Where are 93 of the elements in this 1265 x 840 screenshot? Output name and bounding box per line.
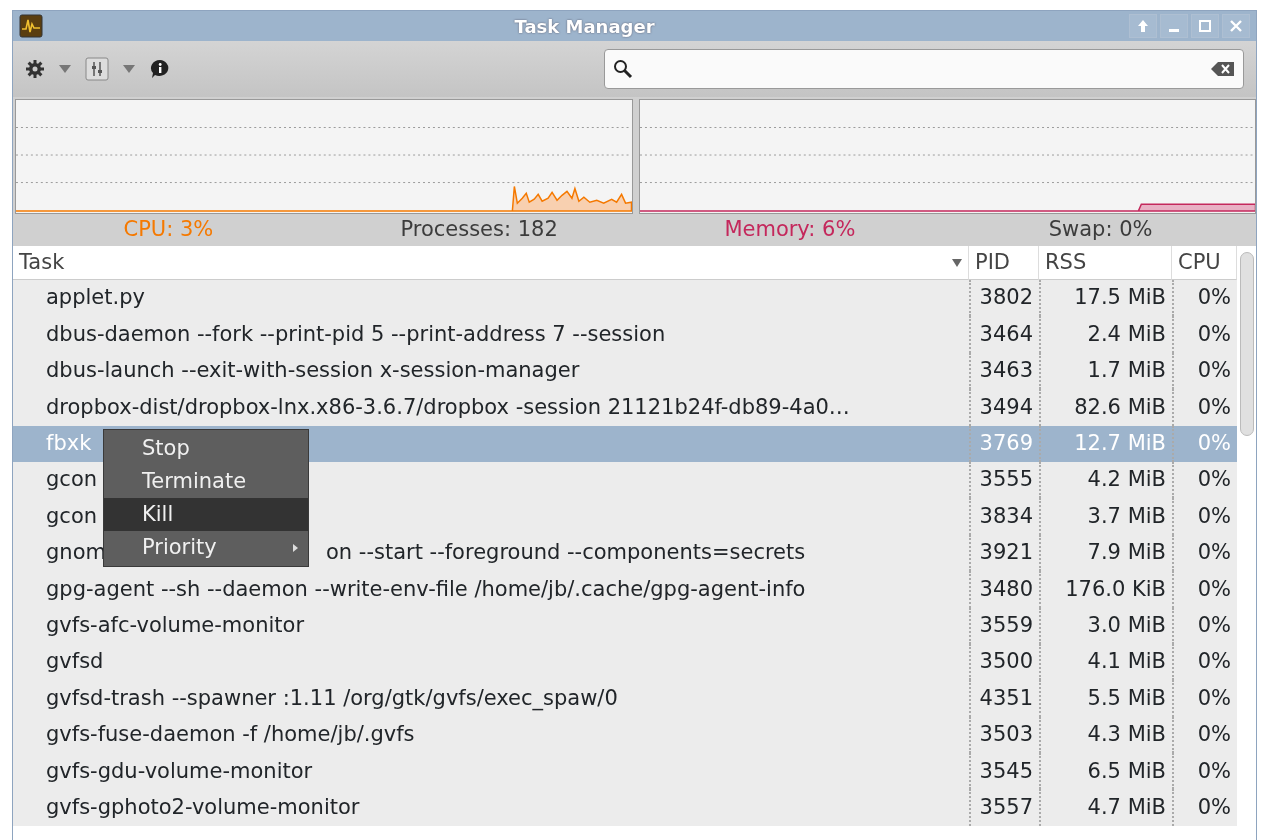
up-arrow-icon [1136,19,1150,33]
menu-item[interactable]: Terminate [104,465,308,498]
table-cell: 4351 [969,680,1039,717]
table-cell: 3.0 MiB [1039,607,1172,644]
table-cell: 4.3 MiB [1039,716,1172,754]
task-name: on --start --foreground --components=secrets [326,539,806,567]
table-cell: 0% [1172,280,1237,317]
search-field[interactable] [604,49,1244,89]
task-name: fbxk [46,430,92,457]
table-cell: 0% [1172,461,1237,499]
table-cell: 3.7 MiB [1039,498,1172,535]
task-name: applet.py [46,284,145,312]
table-cell: 3494 [969,389,1039,426]
task-name: gcon [46,502,98,530]
table-cell: 0% [1172,753,1237,790]
app-icon [19,14,43,38]
column-header[interactable]: RSS [1039,246,1172,280]
table-cell: 0% [1172,643,1237,681]
sort-arrow-icon [952,258,962,267]
table-cell: 3503 [969,716,1039,754]
table-cell: 1.7 MiB [1039,352,1172,390]
table-cell: 4.1 MiB [1039,643,1172,681]
table-cell: 0% [1172,680,1237,717]
maximize-icon [1198,19,1212,33]
table-cell: 3559 [969,607,1039,644]
shade-button[interactable] [1129,14,1157,38]
table-cell: 3921 [969,534,1039,572]
minimize-icon [1169,28,1179,32]
table-cell: 82.6 MiB [1039,389,1172,426]
task-name: gcon [46,466,98,494]
table-cell: 176.0 KiB [1039,571,1172,608]
table-cell: 3500 [969,643,1039,681]
search-icon [613,59,633,79]
menu-item[interactable]: Priority [104,531,308,564]
table-cell: 3555 [969,461,1039,499]
table-cell: 6.5 MiB [1039,753,1172,790]
task-name: gvfs-gphoto2-volume-monitor [46,793,360,821]
columns-icon[interactable] [85,57,109,81]
task-name: dropbox-dist/dropbox-lnx.x86-3.6.7/dropbox -session 21121b24f-db89-4a0… [46,393,850,421]
table-cell: 3545 [969,753,1039,790]
task-name: gvfs-afc-volume-monitor [46,611,305,639]
table-cell: 0% [1172,607,1237,644]
minimize-button[interactable] [1160,14,1188,38]
table-cell: 5.5 MiB [1039,680,1172,717]
table-cell: 0% [1172,571,1237,608]
table-cell: 12.7 MiB [1039,425,1172,462]
status-label: Processes: 182 [399,216,559,244]
table-cell: 0% [1172,316,1237,353]
scrollbar[interactable] [1240,252,1254,436]
table-cell: 3557 [969,789,1039,826]
table-cell: 3463 [969,352,1039,390]
table-cell: 17.5 MiB [1039,280,1172,317]
table-cell: 3834 [969,498,1039,535]
column-header[interactable]: Task [13,246,969,280]
status-label: CPU: 3% [122,216,215,244]
table-cell: 3480 [969,571,1039,608]
table-cell: 3802 [969,280,1039,317]
task-name: gvfs-fuse-daemon -f /home/jb/.gvfs [46,721,415,749]
task-name: gvfsd-trash --spawner :1.11 /org/gtk/gvfs/exec_spaw/0 [46,684,618,713]
caret-icon[interactable] [59,65,71,73]
clear-icon[interactable] [1211,61,1235,77]
menu-item[interactable]: Stop [104,432,308,465]
table-cell: 0% [1172,389,1237,426]
table-cell: 3464 [969,316,1039,353]
table-cell: 0% [1172,716,1237,754]
table-cell: 3769 [969,425,1039,462]
table-cell: 7.9 MiB [1039,534,1172,572]
task-name: gpg-agent --sh --daemon --write-env-file /home/jb/.cache/gpg-agent-info [46,575,806,603]
table-cell: 0% [1172,498,1237,535]
column-header[interactable]: PID [969,246,1039,280]
task-name: gnom [46,539,106,567]
table-cell: 0% [1172,425,1237,462]
column-header[interactable]: CPU [1172,246,1237,280]
task-name: dbus-daemon --fork --print-pid 5 --print-address 7 --session [46,320,666,348]
task-name: gvfs-gdu-volume-monitor [46,757,313,785]
info-icon[interactable] [149,59,171,79]
table-cell: 0% [1172,534,1237,572]
table-cell: 0% [1172,352,1237,390]
task-name: dbus-launch --exit-with-session x-session-manager [46,357,580,385]
status-label: Memory: 6% [723,216,857,244]
close-icon [1229,19,1243,33]
table-cell: 2.4 MiB [1039,316,1172,353]
table-cell: 4.7 MiB [1039,789,1172,826]
task-name: gvfsd [46,648,104,676]
menu-item[interactable]: Kill [104,498,308,531]
status-label: Swap: 0% [1047,216,1154,244]
window-title: Task Manager [513,14,656,39]
maximize-button[interactable] [1191,14,1219,38]
table-cell: 4.2 MiB [1039,461,1172,499]
settings-icon[interactable] [25,59,45,79]
close-button[interactable] [1222,14,1250,38]
caret-icon[interactable] [123,65,135,73]
table-cell: 0% [1172,789,1237,826]
